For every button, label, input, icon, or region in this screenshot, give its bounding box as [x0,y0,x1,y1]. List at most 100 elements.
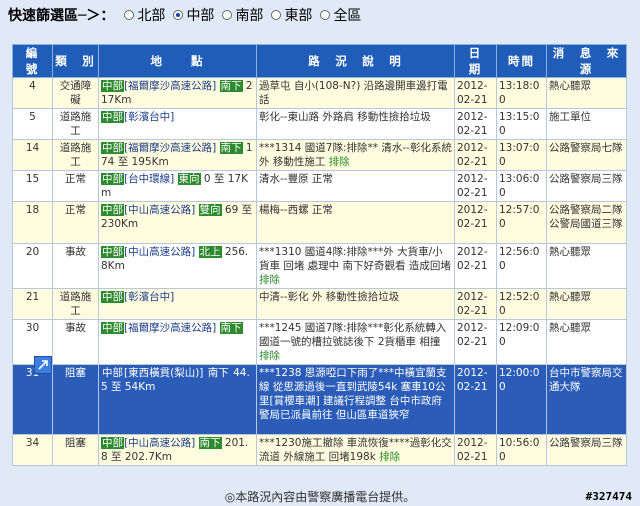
cell-type: 道路施工 [52,108,99,140]
region-radio-label: 北部 [137,8,166,24]
cell-source: 熱心聽眾 [546,77,627,109]
cell-location: 中部[福爾摩沙高速公路] 南下 [98,319,257,365]
header-location[interactable]: 地 點 [98,44,257,78]
road-name: [彰濱台中] [124,291,175,303]
header-date[interactable]: 日 期 [454,44,497,78]
header-time[interactable]: 時間 [496,44,547,78]
cell-location: 中部[東西橫貫(梨山)] 南下 44.5 至 54Km [98,364,257,435]
cell-source: 施工單位 [546,108,627,140]
direction-tag: 東向 [177,173,201,185]
description-text: 中清--彰化 外 移動性撿拾垃圾 [259,291,400,303]
table-row[interactable]: 18 正常 中部[中山高速公路] 雙向 69 至 230Km 楊梅--西螺 正常 201… [12,201,627,244]
cell-date: 2012-02-21 [454,77,497,109]
road-name: [台中環線] [124,173,175,185]
header-type[interactable]: 類 別 [52,44,99,78]
cell-source: 公路警察局三隊 [546,170,627,202]
cell-time: 13:07:00 [496,139,547,171]
table-row[interactable]: 20 事故 中部[中山高速公路] 北上 256.8Km ***1310 國道4隊:排除… [12,243,627,289]
table-row[interactable]: 34 阻塞 中部[中山高速公路] 南下 201.8 至 202.7Km ***1230… [12,434,627,466]
radio-circle-icon [320,10,331,20]
road-name: [福爾摩沙高速公路] [124,80,217,92]
region-radio-2[interactable]: 南部 [222,5,263,25]
region-tag: 中部 [101,322,124,334]
cell-source: 公路警察局二隊公警局國道三隊 [546,201,627,244]
road-name: [福爾摩沙高速公路] [124,142,217,154]
radio-circle-icon [222,10,233,20]
cell-description: 彰化--東山路 外路肩 移動性撿拾垃圾 [256,108,455,140]
cell-date: 2012-02-21 [454,201,497,244]
header-description[interactable]: 路 況 說 明 [256,44,455,78]
region-radio-4[interactable]: 全區 [320,5,361,25]
cell-number: 5 [12,108,53,140]
cell-source: 熱心聽眾 [546,288,627,320]
quick-filter-title: 快速篩選區─＞： [8,8,115,24]
cell-type: 事故 [52,243,99,289]
region-radio-1[interactable]: 中部 [173,5,214,25]
region-tag: 中部 [101,80,124,92]
cell-type: 正常 [52,170,99,202]
region-tag: 中部 [101,367,124,379]
cell-number: 21 [12,288,53,320]
region-tag: 中部 [101,246,124,258]
table-row[interactable]: 4 交通障礙 中部[福爾摩沙高速公路] 南下 217Km 過草屯 自小(108-N?)… [12,77,627,109]
region-tag: 中部 [101,111,124,123]
cell-type: 交通障礙 [52,77,99,109]
cell-description: 中清--彰化 外 移動性撿拾垃圾 [256,288,455,320]
region-radio-group: 北部 中部 南部 東部 全區 [124,5,369,25]
table-row[interactable]: 30 事故 中部[福爾摩沙高速公路] 南下 ***1245 國道7隊:排除***彰化系… [12,319,627,365]
cell-description: 楊梅--西螺 正常 [256,201,455,244]
cell-description: ***1230施工撤除 車流恢復****過彰化交流道 外線施工 回堵198k 排… [256,434,455,466]
cell-date: 2012-02-21 [454,434,497,466]
description-text: ***1314 國道7隊:排除** 清水--彰化系統 外 移動性施工 [259,142,452,168]
description-text: 楊梅--西螺 正常 [259,204,333,216]
description-text: ***1310 國道4隊:排除***外 大貨車/小貨車 回堵 處理中 南下好奇觀… [259,246,451,272]
table-row[interactable]: 21 道路施工 中部[彰濱台中] 中清--彰化 外 移動性撿拾垃圾 2012-02-21… [12,288,627,320]
cell-time: 12:57:00 [496,201,547,244]
cell-location: 中部[中山高速公路] 雙向 69 至 230Km [98,201,257,244]
region-radio-label: 全區 [333,8,362,24]
cell-source: 台中市警察局交通大隊 [546,364,627,435]
cell-type: 阻塞 [52,364,99,435]
cell-time: 13:18:00 [496,77,547,109]
table-row[interactable]: 31 阻塞 中部[東西橫貫(梨山)] 南下 44.5 至 54Km ***1238 思… [12,364,627,435]
region-radio-label: 南部 [235,8,264,24]
header-number[interactable]: 編 號 [12,44,53,78]
table-header-row: 編 號 類 別 地 點 路 況 說 明 日 期 時間 消 息 來 源 [12,44,632,78]
table-row[interactable]: 14 道路施工 中部[福爾摩沙高速公路] 南下 174 至 195Km ***1314… [12,139,627,171]
region-tag: 中部 [101,437,124,449]
footer-credit: ◎本路況內容由警察廣播電台提供。 [224,490,416,504]
direction-tag: 北上 [198,246,222,258]
table-row[interactable]: 5 道路施工 中部[彰濱台中] 彰化--東山路 外路肩 移動性撿拾垃圾 2012-02-… [12,108,627,140]
description-text: ***1245 國道7隊:排除***彰化系統轉入國道一號的槽拉號誌後下 2貨櫃車… [259,322,447,348]
cell-location: 中部[福爾摩沙高速公路] 南下 217Km [98,77,257,109]
expand-arrow-icon[interactable] [34,356,52,374]
cell-time: 13:06:00 [496,170,547,202]
cell-time: 13:15:00 [496,108,547,140]
table-row[interactable]: 15 正常 中部[台中環線] 東向 0 至 17Km 清水--豐原 正常 2012-02… [12,170,627,202]
quick-filter-bar: 快速篩選區─＞： 北部 中部 南部 東部 全區 [8,4,369,26]
cell-number: 34 [12,434,53,466]
cell-date: 2012-02-21 [454,108,497,140]
header-source[interactable]: 消 息 來 源 [546,44,632,78]
watermark-id: #327474 [585,490,632,503]
cell-type: 道路施工 [52,139,99,171]
direction-tag: 南下 [219,322,243,334]
cell-location: 中部[彰濱台中] [98,108,257,140]
cell-description: 清水--豐原 正常 [256,170,455,202]
cleared-label: 排除 [259,350,280,362]
region-radio-0[interactable]: 北部 [124,5,165,25]
road-name: [彰濱台中] [124,111,175,123]
cell-time: 12:52:00 [496,288,547,320]
cell-date: 2012-02-21 [454,319,497,365]
cell-description: ***1245 國道7隊:排除***彰化系統轉入國道一號的槽拉號誌後下 2貨櫃車… [256,319,455,365]
cleared-label: 排除 [328,156,350,168]
cell-source: 熱心聽眾 [546,243,627,289]
cell-number: 20 [12,243,53,289]
region-radio-3[interactable]: 東部 [271,5,312,25]
description-text: 過草屯 自小(108-N?) 沿路邊開車邊打電話 [259,80,448,106]
cell-type: 阻塞 [52,434,99,466]
cell-source: 熱心聽眾 [546,319,627,365]
cell-description: ***1314 國道7隊:排除** 清水--彰化系統 外 移動性施工 排除 [256,139,455,171]
region-radio-label: 中部 [186,8,215,24]
cell-number: 15 [12,170,53,202]
